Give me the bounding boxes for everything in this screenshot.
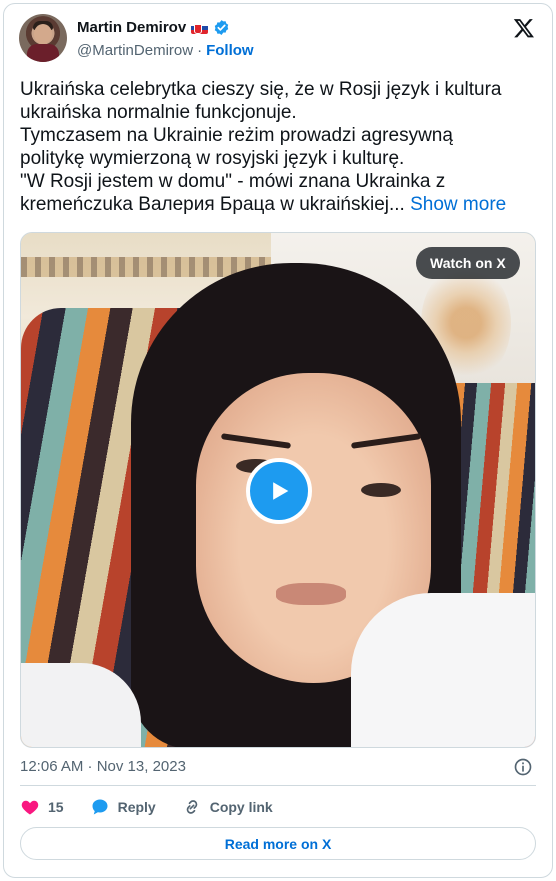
author-handle[interactable]: @MartinDemirow (77, 42, 193, 59)
tweet-line: Tymczasem na Ukrainie reżim prowadzi agr… (20, 125, 453, 146)
play-icon (273, 482, 289, 500)
tweet-line: ukraińska normalnie funkcjonuje. (20, 102, 297, 123)
like-button[interactable]: 15 (20, 797, 64, 817)
copy-link-button[interactable]: Copy link (182, 797, 273, 817)
copy-link-label: Copy link (209, 799, 273, 815)
like-count: 15 (48, 799, 64, 815)
tweet-line: kremeńczuka Валерия Браца w ukraińskiej.… (20, 194, 405, 215)
tweet-line: Ukraińska celebrytka cieszy się, że w Ro… (20, 79, 502, 100)
reply-label: Reply (117, 799, 156, 815)
author-name[interactable]: Martin Demirov (77, 19, 186, 36)
play-button[interactable] (246, 458, 312, 524)
link-icon (186, 800, 197, 814)
info-icon[interactable] (513, 757, 533, 777)
person-shirt (351, 593, 535, 747)
verified-badge-icon (214, 20, 229, 35)
x-logo-icon[interactable] (513, 17, 535, 39)
author-handle-row: @MartinDemirow · Follow (77, 42, 254, 59)
watch-on-x-button[interactable]: Watch on X (416, 247, 520, 279)
divider (20, 785, 536, 786)
tweet-text: Ukraińska celebrytka cieszy się, że w Ro… (20, 78, 536, 216)
tweet-timestamp[interactable]: 12:06 AM · Nov 13, 2023 (20, 758, 186, 775)
heart-icon (21, 800, 39, 815)
tweet-line: "W Rosji jestem w domu" - mówi znana Ukr… (20, 171, 446, 192)
show-more-link[interactable]: Show more (410, 194, 506, 215)
person-lips (276, 583, 346, 605)
flag-slovakia-icon (191, 21, 209, 34)
person-eye-right (361, 483, 401, 497)
video-thumbnail[interactable]: Watch on X (20, 232, 536, 748)
tweet-actions: 15 Reply Copy link (20, 796, 299, 818)
follow-button[interactable]: Follow (206, 42, 254, 59)
separator-dot: · (197, 42, 203, 59)
avatar[interactable] (19, 14, 67, 62)
reply-bubble-icon (92, 799, 108, 815)
tweet-line-last: kremeńczuka Валерия Браца w ukraińskiej.… (20, 193, 536, 216)
read-more-button[interactable]: Read more on X (20, 827, 536, 860)
tweet-line: politykę wymierzoną w rosyjski język i k… (20, 148, 405, 169)
reply-button[interactable]: Reply (90, 797, 156, 817)
author-name-row: Martin Demirov (77, 19, 230, 36)
